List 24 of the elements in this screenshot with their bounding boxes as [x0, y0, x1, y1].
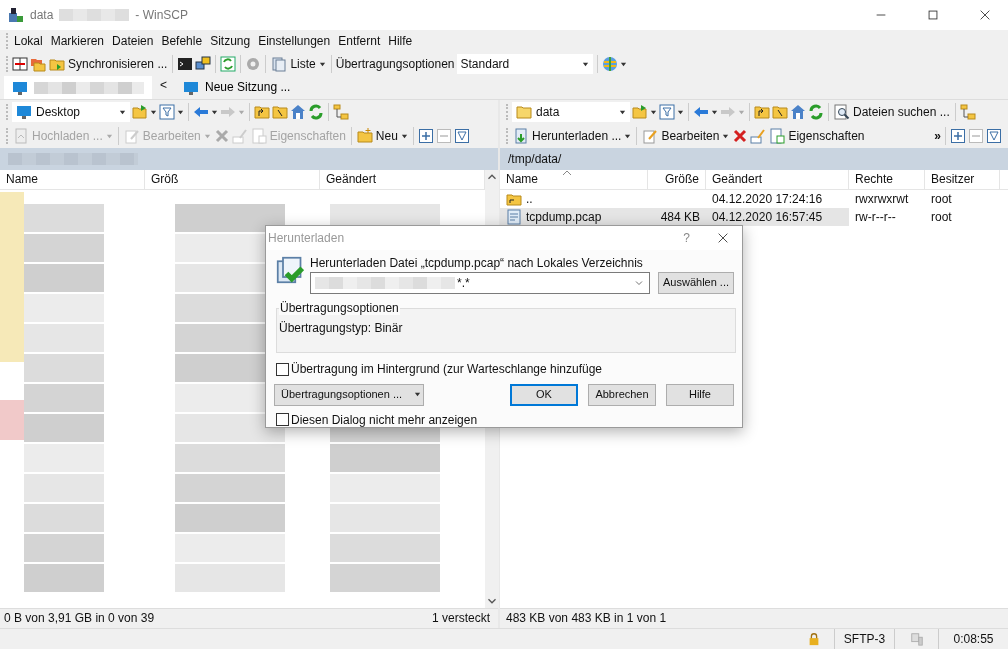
file-permissions: rwxrwxrwt — [855, 191, 909, 207]
toolbar-label: Übertragungsoptionen — [335, 56, 455, 72]
file-date: 04.12.2020 17:24:16 — [712, 191, 823, 207]
file-owner: root — [931, 209, 952, 225]
protocol-text: SFTP-3 — [843, 631, 886, 647]
window-title: data — [30, 7, 54, 23]
dialog-title: Herunterladen — [268, 230, 345, 245]
file-size: 484 KB — [660, 209, 700, 225]
status-text: 0 B von 3,91 GB in 0 von 39 — [4, 611, 155, 626]
file-owner: root — [931, 191, 952, 207]
checkbox-label: Übertragung im Hintergrund (zur Warteschlange hinzufüge — [291, 362, 603, 377]
dialog-message: Herunterladen Datei „tcpdump.pcap“ nach Lokales Verzeichnis — [310, 255, 644, 270]
window-title: - WinSCP — [135, 7, 189, 23]
status-text: 1 versteckt — [431, 611, 490, 626]
file-permissions: rw-r--r-- — [855, 209, 896, 225]
status-text: 483 KB von 483 KB in 1 von 1 — [506, 611, 667, 626]
group-title: Übertragungsoptionen — [279, 300, 400, 316]
file-name: tcpdump.pcap — [526, 209, 602, 225]
file-date: 04.12.2020 16:57:45 — [712, 209, 823, 225]
file-name: .. — [526, 191, 533, 207]
checkbox-label: Diesen Dialog nicht mehr anzeigen — [291, 412, 478, 427]
transfer-type-text: Übertragungstyp: Binär — [279, 320, 403, 336]
elapsed-time: 0:08:55 — [953, 631, 994, 647]
path-text: /tmp/data/ — [508, 151, 562, 167]
